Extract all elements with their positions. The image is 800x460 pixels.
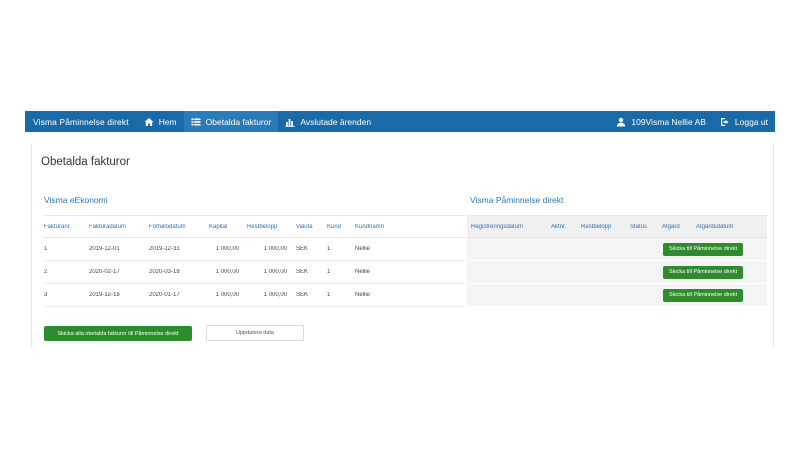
nav-item-closed-cases[interactable]: Avslutade ärenden — [278, 111, 378, 132]
nav-right-group: 109Visma Nellie AB Logga ut — [609, 111, 775, 132]
paminnelse-table: Registreringsdatum Aktnr. Restbelopp Sta… — [467, 215, 767, 307]
column-header-case-number[interactable]: Aktnr. — [551, 224, 581, 230]
column-header-remaining-amount[interactable]: Restbelopp — [247, 224, 296, 230]
list-icon — [191, 117, 201, 127]
user-menu[interactable]: 109Visma Nellie AB — [609, 111, 713, 132]
column-header-invoice-date[interactable]: Fakturadatum — [89, 224, 149, 230]
customer-cell: 1 — [327, 269, 331, 275]
bar-chart-icon — [285, 117, 295, 127]
invoice-number-cell: 2 — [44, 269, 48, 275]
column-header-customer[interactable]: Kund — [327, 224, 355, 230]
currency-cell: SEK — [296, 269, 309, 275]
currency-cell: SEK — [296, 292, 309, 298]
capital-cell: 1 000,00 — [215, 246, 239, 252]
due-date-cell: 2020-03-18 — [149, 269, 180, 275]
section-title-eekonomi: Visma eEkonomi — [44, 195, 108, 205]
invoice-number-cell: 3 — [44, 292, 48, 298]
send-to-paminnelse-button[interactable]: Skicka till Påminnelse direkt — [663, 242, 744, 256]
nav-item-home[interactable]: Hem — [137, 111, 184, 132]
nav-item-label: Hem — [158, 116, 177, 127]
nav-item-unpaid-invoices[interactable]: Obetalda fakturor — [183, 111, 279, 132]
table-row: 1 2019-12-01 2019-12-31 1 000,00 1 000,0… — [44, 238, 465, 261]
logout-button[interactable]: Logga ut — [713, 111, 775, 132]
user-icon — [616, 117, 626, 127]
send-all-unpaid-button[interactable]: Skicka alla obetalda fakturor till Påmin… — [44, 326, 192, 341]
column-header-registration-date[interactable]: Registreringsdatum — [467, 224, 551, 230]
due-date-cell: 2020-01-17 — [149, 292, 180, 298]
invoice-date-cell: 2019-12-18 — [89, 292, 120, 298]
customer-cell: 1 — [327, 246, 331, 252]
table-row: Skicka till Påminnelse direkt — [467, 238, 767, 261]
capital-cell: 1 000,00 — [215, 292, 239, 298]
nav-item-label: Obetalda fakturor — [205, 116, 272, 127]
column-header-invoice-number[interactable]: Fakturanr. — [44, 224, 89, 230]
column-header-capital[interactable]: Kapital — [209, 224, 247, 230]
table-row: Skicka till Påminnelse direkt — [467, 261, 767, 284]
send-to-paminnelse-button[interactable]: Skicka till Påminnelse direkt — [663, 288, 744, 302]
send-to-paminnelse-button[interactable]: Skicka till Påminnelse direkt — [663, 265, 744, 279]
user-name: 109Visma Nellie AB — [631, 116, 706, 127]
table-header-row: Registreringsdatum Aktnr. Restbelopp Sta… — [467, 215, 767, 238]
update-data-button[interactable]: Uppdatera data — [206, 325, 304, 341]
column-header-remaining-amount[interactable]: Restbelopp — [581, 224, 630, 230]
remaining-amount-cell: 1 000,00 — [263, 292, 287, 298]
nav-item-label: Avslutade ärenden — [300, 116, 372, 127]
column-header-action[interactable]: Åtgärd — [662, 224, 696, 230]
top-navbar: Visma Påminnelse direkt Hem Obetalda fak… — [25, 111, 775, 132]
invoice-number-cell: 1 — [44, 246, 48, 252]
capital-cell: 1 000,00 — [215, 269, 239, 275]
due-date-cell: 2019-12-31 — [149, 246, 180, 252]
customer-name-cell: Nellie — [355, 292, 371, 298]
column-header-currency[interactable]: Valuta — [296, 224, 327, 230]
table-row: 2 2020-02-17 2020-03-18 1 000,00 1 000,0… — [44, 261, 465, 284]
invoices-table: Fakturanr. Fakturadatum Förfallodatum Ka… — [44, 215, 465, 307]
remaining-amount-cell: 1 000,00 — [263, 246, 287, 252]
section-title-paminnelse: Visma Påminnelse direkt — [470, 195, 564, 205]
column-header-due-date[interactable]: Förfallodatum — [149, 224, 209, 230]
brand-link[interactable]: Visma Påminnelse direkt — [25, 117, 137, 127]
customer-name-cell: Nellie — [355, 246, 371, 252]
logout-label: Logga ut — [734, 116, 768, 127]
table-row: 3 2019-12-18 2020-01-17 1 000,00 1 000,0… — [44, 284, 465, 307]
customer-name-cell: Nellie — [355, 269, 371, 275]
currency-cell: SEK — [296, 246, 309, 252]
table-header-row: Fakturanr. Fakturadatum Förfallodatum Ka… — [44, 215, 465, 238]
column-header-action-date[interactable]: Åtgärdsdatum — [696, 224, 756, 230]
invoice-date-cell: 2019-12-01 — [89, 246, 120, 252]
home-icon — [144, 117, 154, 127]
column-header-customer-name[interactable]: Kundnamn — [355, 224, 435, 230]
column-header-status[interactable]: Status — [630, 224, 662, 230]
invoice-date-cell: 2020-02-17 — [89, 269, 120, 275]
page-title: Obetalda fakturor — [41, 156, 130, 168]
remaining-amount-cell: 1 000,00 — [263, 269, 287, 275]
main-panel: Obetalda fakturor Visma eEkonomi Visma P… — [31, 143, 774, 347]
table-row: Skicka till Påminnelse direkt — [467, 284, 767, 307]
logout-icon — [720, 117, 730, 127]
customer-cell: 1 — [327, 292, 331, 298]
